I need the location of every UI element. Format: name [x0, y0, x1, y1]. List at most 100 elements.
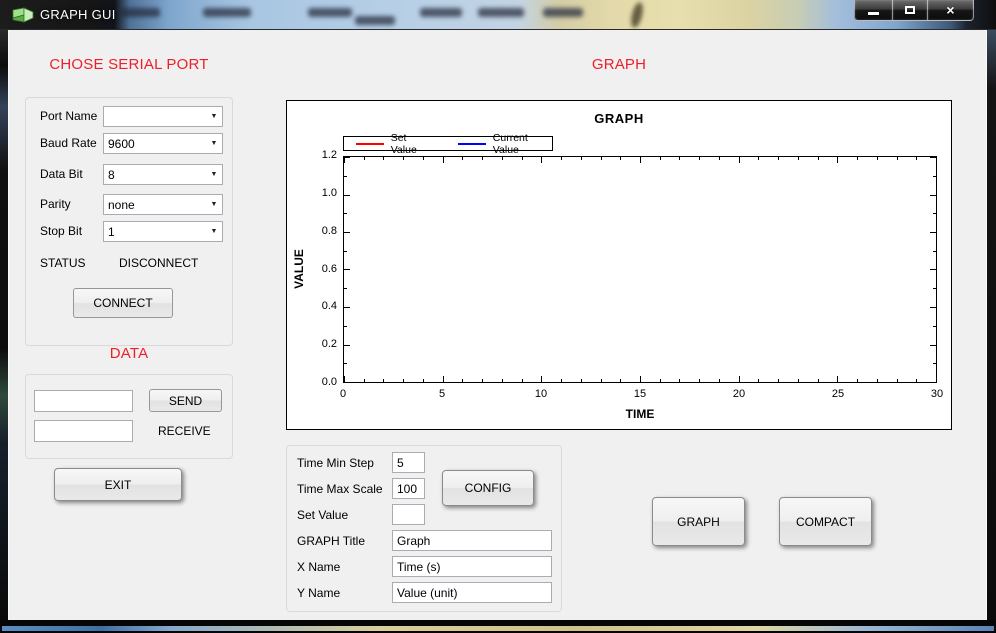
maximize-icon[interactable] [893, 0, 928, 21]
x-tick [660, 157, 661, 160]
desktop-blur-artifact [120, 8, 160, 17]
x-tick-label: 20 [724, 388, 754, 400]
chevron-down-icon: ▼ [206, 113, 222, 120]
close-icon[interactable]: × [928, 0, 974, 21]
desktop-blur-artifact [203, 8, 251, 17]
config-button[interactable]: CONFIG [442, 470, 534, 506]
x-tick [640, 157, 641, 163]
x-tick [877, 379, 878, 382]
serial-port-heading: CHOSE SERIAL PORT [25, 56, 233, 73]
config-group: Time Min Step Time Max Scale Set Value G… [286, 445, 562, 612]
x-tick [916, 157, 917, 160]
y-tick [344, 195, 350, 196]
x-name-label: X Name [297, 560, 340, 574]
time-max-scale-input[interactable] [392, 478, 425, 499]
x-tick [818, 379, 819, 382]
y-tick [930, 269, 936, 270]
y-tick-label: 1.2 [307, 149, 337, 161]
status-label: STATUS [40, 256, 86, 270]
x-tick [679, 379, 680, 382]
send-input[interactable] [34, 390, 133, 412]
x-tick [364, 157, 365, 160]
y-tick [344, 251, 347, 252]
y-tick [344, 232, 350, 233]
exit-button[interactable]: EXIT [54, 468, 182, 501]
x-name-input[interactable] [392, 556, 552, 577]
current-value-line-swatch [458, 143, 486, 145]
x-tick [778, 157, 779, 160]
data-group: SEND RECEIVE [25, 374, 233, 459]
x-tick-label: 0 [328, 388, 358, 400]
chart-title: GRAPH [287, 111, 951, 126]
set-value-input[interactable] [392, 504, 425, 525]
y-tick-label: 0.2 [307, 338, 337, 350]
graph-button[interactable]: GRAPH [652, 497, 745, 546]
window-frame-right [987, 30, 996, 620]
x-tick [423, 157, 424, 160]
titlebar[interactable]: GRAPH GUI × [0, 0, 996, 30]
x-tick-label: 30 [922, 388, 952, 400]
x-tick-label: 15 [625, 388, 655, 400]
x-tick [857, 157, 858, 160]
y-tick [930, 232, 936, 233]
stop-bit-combobox[interactable]: 1 ▼ [103, 221, 223, 242]
desktop-blur-artifact [420, 8, 462, 17]
legend-item-current-value: Current Value [458, 132, 552, 156]
x-tick [798, 379, 799, 382]
x-tick [837, 157, 838, 163]
send-button[interactable]: SEND [149, 389, 222, 412]
stop-bit-label: Stop Bit [40, 224, 82, 238]
x-tick [403, 157, 404, 160]
x-tick [502, 157, 503, 160]
x-tick [541, 376, 542, 382]
desktop-blur-artifact [629, 1, 645, 29]
data-heading: DATA [25, 345, 233, 362]
receive-input[interactable] [34, 420, 133, 442]
y-tick [344, 307, 350, 308]
x-tick [383, 379, 384, 382]
graph-heading: GRAPH [286, 56, 952, 73]
x-tick [443, 376, 444, 382]
y-tick [344, 269, 350, 270]
app-icon [12, 7, 34, 23]
y-tick [344, 382, 350, 383]
graph-title-input[interactable] [392, 530, 552, 551]
x-tick [462, 157, 463, 160]
x-tick [601, 157, 602, 160]
x-tick [758, 157, 759, 160]
y-tick [933, 251, 936, 252]
x-tick [936, 376, 937, 382]
x-tick [541, 157, 542, 163]
parity-combobox[interactable]: none ▼ [103, 194, 223, 215]
y-tick [933, 288, 936, 289]
x-tick [581, 379, 582, 382]
x-tick [660, 379, 661, 382]
y-tick [344, 213, 347, 214]
x-tick [679, 157, 680, 160]
graph-title-label: GRAPH Title [297, 534, 365, 548]
y-tick [344, 345, 350, 346]
minimize-icon[interactable] [854, 0, 893, 21]
parity-label: Parity [40, 197, 71, 211]
x-tick [462, 379, 463, 382]
set-value-line-swatch [356, 143, 384, 145]
x-tick-label: 25 [823, 388, 853, 400]
port-name-combobox[interactable]: ▼ [103, 106, 223, 127]
chevron-down-icon: ▼ [206, 171, 222, 178]
app-window: GRAPH GUI × CHOSE SERIAL PORT Port Name … [0, 0, 996, 633]
compact-button[interactable]: COMPACT [779, 497, 872, 546]
chevron-down-icon: ▼ [206, 228, 222, 235]
time-min-step-input[interactable] [392, 452, 425, 473]
data-bit-combobox[interactable]: 8 ▼ [103, 164, 223, 185]
client-area: CHOSE SERIAL PORT Port Name ▼ Baud Rate … [8, 30, 987, 620]
connect-button[interactable]: CONNECT [73, 288, 173, 318]
window-frame-left [0, 30, 8, 620]
x-tick [719, 379, 720, 382]
y-tick [930, 382, 936, 383]
receive-label: RECEIVE [158, 424, 211, 438]
x-tick [522, 157, 523, 160]
window-title: GRAPH GUI [40, 7, 116, 22]
baud-rate-combobox[interactable]: 9600 ▼ [103, 133, 223, 154]
y-tick [933, 326, 936, 327]
y-name-input[interactable] [392, 582, 552, 603]
